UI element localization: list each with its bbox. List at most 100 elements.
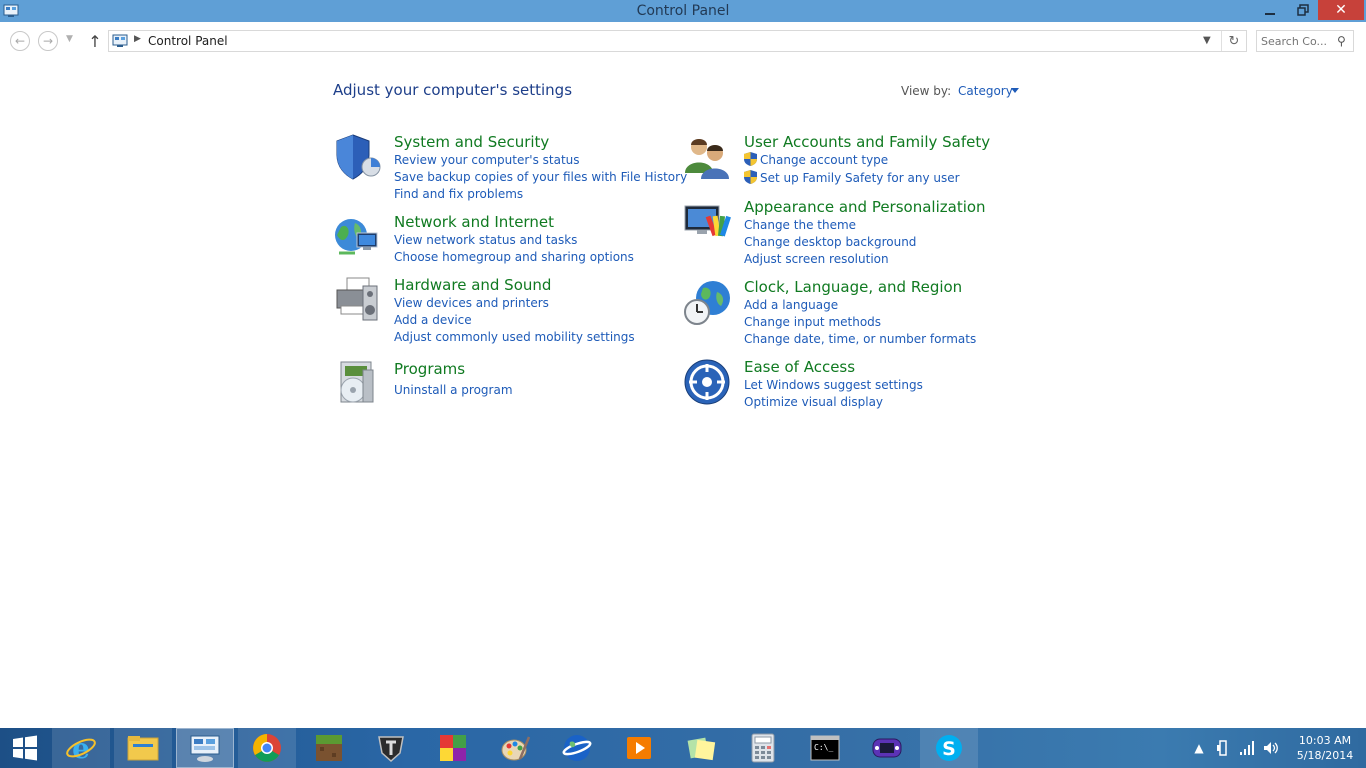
link-add-language[interactable]: Add a language <box>744 298 838 312</box>
svg-text:S: S <box>942 738 956 760</box>
taskbar-skype[interactable]: S <box>920 728 978 768</box>
ease-of-access-icon <box>684 359 730 405</box>
tray-volume-button[interactable] <box>1262 728 1280 768</box>
clock-date: 5/18/2014 <box>1296 749 1354 762</box>
link-optimize-display[interactable]: Optimize visual display <box>744 395 883 409</box>
paint-icon <box>501 736 530 761</box>
page-title: Adjust your computer's settings <box>333 81 573 99</box>
google-earth-icon <box>562 735 592 761</box>
network-globe-icon <box>335 219 378 255</box>
refresh-button[interactable]: ↻ <box>1221 31 1246 51</box>
restore-button[interactable] <box>1290 0 1316 20</box>
link-date-time-formats[interactable]: Change date, time, or number formats <box>744 332 976 346</box>
category-title[interactable]: Appearance and Personalization <box>744 198 986 216</box>
view-by-dropdown[interactable]: Category <box>958 84 1013 98</box>
taskbar-minecraft[interactable] <box>300 728 358 768</box>
search-box[interactable]: ⚲ <box>1256 30 1354 52</box>
command-prompt-icon: C:\_ <box>810 735 840 761</box>
window-title: Control Panel <box>636 3 730 19</box>
search-input[interactable] <box>1261 33 1331 49</box>
skype-icon: S <box>936 735 962 761</box>
taskbar-color-blocks[interactable] <box>424 728 482 768</box>
back-button[interactable]: ← <box>10 31 30 51</box>
category-title[interactable]: System and Security <box>394 133 549 151</box>
chevron-down-icon[interactable] <box>1011 88 1019 93</box>
tray-network-button[interactable] <box>1238 728 1256 768</box>
close-icon: ✕ <box>1335 2 1347 18</box>
link-change-theme[interactable]: Change the theme <box>744 218 856 232</box>
tray-overflow-button[interactable]: ▲ <box>1192 728 1206 768</box>
uac-shield-icon <box>744 152 757 166</box>
printer-speaker-icon <box>336 277 378 321</box>
calculator-icon <box>751 733 775 763</box>
restore-icon <box>1297 4 1309 16</box>
globe-clock-icon <box>684 281 730 325</box>
taskbar-chrome[interactable] <box>238 728 296 768</box>
link-uninstall-program[interactable]: Uninstall a program <box>394 383 513 397</box>
taskbar-clock[interactable]: 10:03 AM 5/18/2014 <box>1290 733 1360 763</box>
forward-button[interactable]: → <box>38 31 58 51</box>
link-devices-printers[interactable]: View devices and printers <box>394 296 549 310</box>
link-file-history[interactable]: Save backup copies of your files with Fi… <box>394 170 687 184</box>
taskbar-gamepad[interactable] <box>858 728 916 768</box>
taskbar-calculator[interactable] <box>734 728 792 768</box>
refresh-icon: ↻ <box>1228 33 1240 49</box>
color-blocks-icon <box>440 735 466 761</box>
link-suggest-settings[interactable]: Let Windows suggest settings <box>744 378 923 392</box>
category-title[interactable]: Hardware and Sound <box>394 276 551 294</box>
up-button[interactable]: ↑ <box>86 31 104 51</box>
taskbar-sticky-notes[interactable] <box>672 728 730 768</box>
start-button[interactable] <box>0 728 50 768</box>
chrome-icon <box>253 734 281 762</box>
address-dropdown-button[interactable]: ▼ <box>1203 35 1217 49</box>
taskbar-file-explorer[interactable] <box>114 728 172 768</box>
link-network-status[interactable]: View network status and tasks <box>394 233 577 247</box>
taskbar-media-player[interactable] <box>610 728 668 768</box>
link-add-device[interactable]: Add a device <box>394 313 472 327</box>
link-input-methods[interactable]: Change input methods <box>744 315 881 329</box>
category-title[interactable]: Ease of Access <box>744 358 855 376</box>
link-screen-resolution[interactable]: Adjust screen resolution <box>744 252 889 266</box>
taskbar-control-panel[interactable] <box>176 728 234 768</box>
category-title[interactable]: Programs <box>394 360 465 378</box>
chevron-up-icon: ▲ <box>1194 741 1204 755</box>
link-mobility-settings[interactable]: Adjust commonly used mobility settings <box>394 330 635 344</box>
address-bar[interactable]: ▶ Control Panel ▼ ↻ <box>108 30 1247 52</box>
media-player-icon <box>627 737 651 759</box>
speaker-icon <box>1264 742 1278 754</box>
recent-locations-button[interactable]: ▼ <box>66 34 78 46</box>
link-review-status[interactable]: Review your computer's status <box>394 153 580 167</box>
category-title[interactable]: User Accounts and Family Safety <box>744 133 990 151</box>
uac-shield-icon <box>744 170 757 184</box>
category-title[interactable]: Network and Internet <box>394 213 554 231</box>
link-homegroup[interactable]: Choose homegroup and sharing options <box>394 250 634 264</box>
control-panel-icon <box>112 34 128 47</box>
chevron-down-icon: ▼ <box>66 34 73 44</box>
usb-device-icon <box>1217 740 1227 756</box>
world-of-tanks-icon <box>378 736 404 763</box>
taskbar-internet-explorer[interactable]: e <box>52 728 110 768</box>
link-family-safety[interactable]: Set up Family Safety for any user <box>744 170 960 185</box>
control-panel-icon <box>190 735 220 762</box>
search-icon[interactable]: ⚲ <box>1337 34 1346 48</box>
gamepad-icon <box>872 738 902 758</box>
taskbar-world-of-tanks[interactable] <box>362 728 420 768</box>
tray-device-button[interactable] <box>1214 728 1232 768</box>
close-button[interactable]: ✕ <box>1318 0 1364 20</box>
category-title[interactable]: Clock, Language, and Region <box>744 278 962 296</box>
taskbar-command-prompt[interactable]: C:\_ <box>796 728 854 768</box>
link-find-fix-problems[interactable]: Find and fix problems <box>394 187 523 201</box>
users-icon <box>685 139 729 179</box>
link-change-account-type[interactable]: Change account type <box>744 152 888 167</box>
title-bar: Control Panel ✕ <box>0 0 1366 22</box>
up-arrow-icon: ↑ <box>88 31 102 51</box>
breadcrumb-separator-icon[interactable]: ▶ <box>134 34 141 44</box>
monitor-palette-icon <box>684 205 731 237</box>
minimize-button[interactable] <box>1257 0 1283 20</box>
taskbar-google-earth[interactable] <box>548 728 606 768</box>
breadcrumb-control-panel[interactable]: Control Panel <box>148 34 228 48</box>
svg-text:e: e <box>72 732 90 764</box>
view-by-label: View by: <box>901 84 952 98</box>
link-desktop-background[interactable]: Change desktop background <box>744 235 916 249</box>
taskbar-paint[interactable] <box>486 728 544 768</box>
